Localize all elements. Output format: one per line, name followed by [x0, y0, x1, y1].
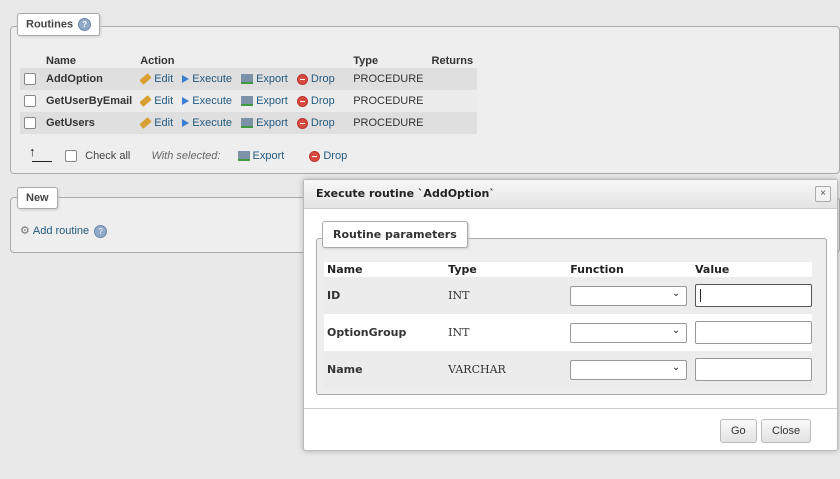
export-icon — [241, 96, 254, 107]
play-icon — [182, 75, 190, 84]
new-legend-label: New — [26, 192, 49, 204]
play-icon — [182, 97, 190, 106]
row-actions: Edit Execute Export Drop — [136, 90, 350, 112]
export-icon — [237, 151, 250, 162]
close-button[interactable]: Close — [761, 419, 812, 443]
export-icon — [241, 118, 254, 129]
col-returns[interactable]: Returns — [428, 53, 478, 68]
help-icon[interactable]: ? — [78, 18, 92, 31]
edit-link[interactable]: Edit — [139, 73, 173, 85]
routine-type: PROCEDURE — [349, 112, 428, 134]
param-name: OptionGroup — [324, 314, 446, 351]
edit-link[interactable]: Edit — [139, 95, 173, 107]
dialog-title[interactable]: Execute routine `AddOption` — [304, 180, 837, 209]
bulk-export-button[interactable]: Export — [237, 150, 284, 162]
col-name: Name — [324, 262, 446, 277]
check-all-label[interactable]: Check all — [85, 150, 130, 162]
row-actions: Edit Execute Export Drop — [136, 112, 350, 134]
export-link[interactable]: Export — [241, 73, 288, 85]
routine-name: GetUsers — [42, 112, 137, 134]
new-legend: New — [17, 187, 58, 209]
table-row: GetUsers Edit Execute Export Drop PROCED… — [20, 112, 478, 134]
table-row: GetUserByEmail Edit Execute Export Drop … — [20, 90, 478, 112]
value-input[interactable] — [695, 284, 812, 307]
add-routine-link[interactable]: ⚙ Add routine? — [20, 224, 108, 238]
param-row: OptionGroup INT ⌄ — [324, 314, 812, 351]
param-row: ID INT ⌄ — [324, 277, 812, 314]
param-type: INT — [445, 314, 568, 351]
add-routine-icon: ⚙ — [20, 225, 30, 237]
go-button[interactable]: Go — [720, 419, 757, 443]
routine-name: GetUserByEmail — [42, 90, 137, 112]
routine-type: PROCEDURE — [349, 68, 428, 90]
param-name: Name — [324, 351, 446, 388]
routine-returns — [427, 68, 478, 90]
value-input[interactable] — [695, 321, 812, 344]
export-icon — [241, 74, 254, 85]
drop-link[interactable]: Drop — [296, 73, 335, 85]
row-checkbox[interactable] — [24, 73, 36, 86]
bulk-actions-bar: Check all With selected: Export Drop — [29, 144, 353, 163]
param-type: INT — [445, 277, 568, 314]
function-select[interactable]: ⌄ — [570, 359, 688, 380]
routine-name: AddOption — [42, 68, 137, 90]
execute-routine-dialog: Execute routine `AddOption` × Routine pa… — [303, 179, 838, 451]
routine-type: PROCEDURE — [349, 90, 428, 112]
col-function: Function — [567, 262, 692, 277]
chevron-down-icon: ⌄ — [671, 361, 681, 373]
drop-icon — [296, 95, 308, 107]
check-all-checkbox[interactable] — [65, 150, 78, 163]
execute-link[interactable]: Execute — [182, 117, 232, 129]
routine-parameters-legend: Routine parameters — [322, 221, 468, 248]
routines-legend-label: Routines — [26, 18, 74, 31]
routines-legend: Routines? — [17, 13, 101, 36]
row-actions: Edit Execute Export Drop — [136, 68, 350, 90]
bulk-drop-button[interactable]: Drop — [309, 150, 347, 162]
drop-link[interactable]: Drop — [296, 117, 335, 129]
col-action: Action — [140, 54, 175, 67]
dialog-divider — [304, 408, 837, 409]
routine-returns — [427, 112, 478, 134]
pencil-icon — [139, 73, 152, 85]
function-select[interactable]: ⌄ — [570, 285, 688, 306]
execute-link[interactable]: Execute — [182, 73, 232, 85]
close-icon[interactable]: × — [815, 186, 831, 202]
col-value: Value — [692, 262, 812, 277]
function-select[interactable]: ⌄ — [570, 322, 688, 343]
col-type[interactable]: Type — [349, 53, 427, 68]
row-checkbox[interactable] — [24, 117, 36, 130]
drop-icon — [296, 73, 308, 85]
col-name[interactable]: Name — [42, 53, 136, 68]
parameters-table: Name Type Function Value ID INT ⌄ Option… — [324, 262, 812, 388]
param-type: VARCHAR — [445, 351, 568, 388]
with-selected-label: With selected: — [151, 150, 221, 163]
play-icon — [182, 119, 190, 128]
edit-link[interactable]: Edit — [139, 117, 173, 129]
row-checkbox[interactable] — [24, 95, 36, 108]
routines-header-row: Name Action Type Returns — [20, 53, 477, 68]
chevron-down-icon: ⌄ — [671, 324, 681, 336]
execute-link[interactable]: Execute — [182, 95, 232, 107]
routine-returns — [427, 90, 478, 112]
chevron-down-icon: ⌄ — [671, 287, 681, 299]
help-icon[interactable]: ? — [94, 224, 108, 238]
value-input[interactable] — [695, 358, 812, 381]
routines-table: Name Action Type Returns AddOption Edit … — [20, 53, 478, 134]
table-row: AddOption Edit Execute Export Drop PROCE… — [20, 68, 478, 90]
select-arrow-icon — [29, 144, 52, 163]
param-row: Name VARCHAR ⌄ — [324, 351, 812, 388]
parameters-header-row: Name Type Function Value — [324, 262, 812, 277]
export-link[interactable]: Export — [241, 117, 288, 129]
col-type: Type — [445, 262, 568, 277]
drop-link[interactable]: Drop — [296, 95, 335, 107]
drop-icon — [309, 150, 321, 162]
drop-icon — [296, 117, 308, 129]
export-link[interactable]: Export — [241, 95, 288, 107]
param-name: ID — [324, 277, 446, 314]
pencil-icon — [139, 117, 152, 129]
pencil-icon — [139, 95, 152, 107]
